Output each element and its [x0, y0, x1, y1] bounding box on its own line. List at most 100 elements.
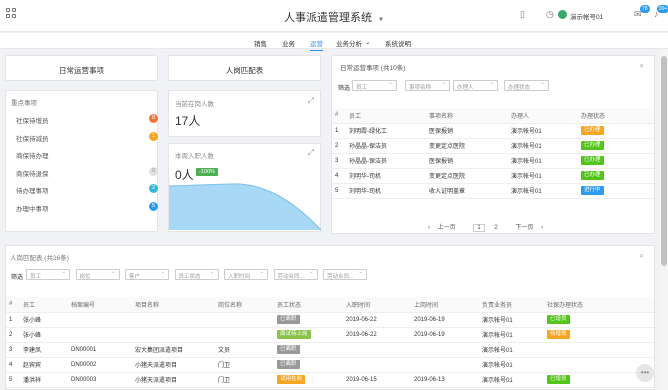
- clock-icon[interactable]: ◷: [546, 9, 554, 20]
- table-row[interactable]: 2 孙晶晶-保洁员 变更定点医院 演示帐号01 已办理: [332, 138, 654, 154]
- search-icon[interactable]: ⌕: [640, 61, 644, 71]
- tab-business[interactable]: 业务: [282, 38, 295, 48]
- key-item-count[interactable]: 5: [149, 201, 158, 211]
- filter-select[interactable]: 员工: [26, 269, 70, 280]
- table-row[interactable]: 4 刘明华-司机 变更定点医院 演示帐号01 已办理: [332, 168, 654, 184]
- app-title[interactable]: 人事派遣管理系统 ▼: [0, 9, 668, 25]
- column-header[interactable]: 上岗时间: [411, 297, 479, 313]
- column-header[interactable]: 员工: [346, 108, 426, 124]
- table-row[interactable]: 5 刘明华-司机 收入证明盖章 演示帐号01 进行中: [332, 183, 654, 199]
- table-cell: 2019-06-13: [411, 372, 479, 388]
- more-options-button[interactable]: •••: [636, 364, 654, 382]
- table-cell: 2019-06-15: [343, 372, 411, 388]
- table-row[interactable]: 3 李建凤 DN00001 宏大集团派遣项目 文员 已离职 演示帐号01: [6, 342, 654, 358]
- status-cell: 已离职: [274, 357, 343, 373]
- expand-icon[interactable]: ⤢: [308, 148, 314, 158]
- next-page-button[interactable]: 下一页: [515, 225, 533, 231]
- table-cell: [215, 312, 274, 328]
- table-row[interactable]: 1 张小峰 已离职 2019-06-22 2019-06-19 演示帐号01 已增员: [6, 312, 654, 328]
- table-cell: 李建凤: [20, 342, 68, 358]
- filter-select[interactable]: 办理状态: [504, 80, 549, 91]
- table-cell: 张小峰: [20, 312, 68, 328]
- column-header[interactable]: 入职时间: [343, 297, 411, 313]
- table-cell: 演示帐号01: [479, 342, 544, 358]
- column-header[interactable]: 员工状态: [274, 297, 343, 313]
- tab-analysis[interactable]: 业务分析: [336, 38, 362, 48]
- table-cell: 演示帐号01: [508, 183, 578, 199]
- table-cell: 演示帐号01: [508, 138, 578, 154]
- main-nav: 销售 业务 运营 业务分析 ⌄ 系统说明: [0, 33, 668, 51]
- column-header[interactable]: 负责业务员: [479, 297, 544, 313]
- filter-label: 筛选: [11, 275, 24, 281]
- table-cell: 演示帐号01: [508, 168, 578, 184]
- table-row[interactable]: 1 刘明霞-绿化工 医保报销 演示帐号01 已办理: [332, 123, 654, 139]
- column-header[interactable]: 办理状态: [578, 108, 654, 124]
- table-cell: 演示帐号01: [508, 123, 578, 139]
- key-item-label[interactable]: 社保待增员: [16, 115, 49, 125]
- table-cell: 刘明华-司机: [346, 168, 426, 184]
- table-cell: 收入证明盖章: [426, 183, 508, 199]
- key-item-count[interactable]: 1: [149, 131, 158, 141]
- prev-page-button[interactable]: 上一页: [438, 225, 456, 231]
- key-item-count[interactable]: 0: [149, 166, 158, 176]
- table-cell: DN00003: [68, 372, 132, 388]
- chevron-right-icon[interactable]: ›: [541, 225, 543, 231]
- tab-system-help[interactable]: 系统说明: [385, 38, 411, 48]
- scrollbar-thumb[interactable]: [661, 56, 667, 266]
- user-name[interactable]: 演示帐号01: [570, 11, 603, 21]
- search-icon[interactable]: ⌕: [640, 251, 644, 261]
- filter-label: 筛选: [338, 86, 351, 92]
- filter-select[interactable]: 事项名称: [405, 80, 450, 91]
- column-header[interactable]: 员工: [20, 297, 68, 313]
- status-badge: 已增员: [547, 315, 570, 324]
- table-cell: 1: [6, 312, 20, 328]
- status-cell: 试用在岗: [274, 372, 343, 388]
- daily-ops-card[interactable]: 日常运营事项: [5, 55, 158, 81]
- avatar[interactable]: [558, 10, 567, 19]
- page-2-button[interactable]: 2: [494, 225, 497, 231]
- key-item-label[interactable]: 社保待减员: [16, 133, 49, 143]
- key-item-count[interactable]: 2: [149, 184, 158, 193]
- top-header: 人事派遣管理系统 ▼ ▯ ◷ 演示帐号01 ✉ 78 ♪ 99+: [0, 0, 668, 32]
- filter-select[interactable]: 入职时间: [224, 269, 268, 280]
- column-header[interactable]: 档案编号: [68, 297, 132, 313]
- filter-select[interactable]: 劳动合同...: [273, 269, 318, 280]
- mobile-icon[interactable]: ▯: [520, 9, 525, 20]
- filter-select[interactable]: 员工状态: [174, 269, 219, 280]
- expand-icon[interactable]: ⤢: [308, 96, 314, 106]
- column-header[interactable]: 社保办理状态: [544, 297, 654, 313]
- key-item-count[interactable]: 8: [149, 114, 158, 123]
- table-cell: 文员: [215, 342, 274, 358]
- filter-select[interactable]: 办理人: [453, 80, 498, 91]
- column-header[interactable]: 事项名称: [426, 108, 508, 124]
- table-cell: 2019-06-22: [343, 327, 411, 343]
- table-row[interactable]: 5 潘洪祥 DN00003 小猪天派遣项目 门卫 试用在岗 2019-06-15 2019-0…: [6, 372, 654, 388]
- table-row[interactable]: 3 孙晶晶-保洁员 医保报销 演示帐号01 已办理: [332, 153, 654, 169]
- match-title: 人岗匹配表: [225, 66, 264, 75]
- table-row[interactable]: 2 张小峰 面试待上岗 2019-06-22 2019-06-19 演示帐号01 待增员: [6, 327, 654, 343]
- tab-operations[interactable]: 运营: [310, 38, 323, 51]
- key-item-label[interactable]: 商保待办理: [16, 150, 49, 160]
- filter-select[interactable]: 劳动合同...: [323, 269, 367, 280]
- tab-sales[interactable]: 销售: [254, 38, 267, 48]
- key-item-label[interactable]: 待办理事项: [16, 185, 49, 195]
- table-row[interactable]: 4 赵宾宾 DN00002 小猪天派遣项目 门卫 已离职 演示帐号01: [6, 357, 654, 373]
- filter-select[interactable]: 客户: [125, 269, 169, 280]
- status-badge: 已办理: [581, 126, 604, 135]
- match-card[interactable]: 人岗匹配表: [168, 55, 321, 81]
- page-1-button[interactable]: 1: [473, 224, 485, 232]
- weekly-trend-chart: [169, 183, 321, 231]
- column-header[interactable]: 办理人: [508, 108, 578, 124]
- table-cell: 2019-06-22: [343, 312, 411, 328]
- filter-select[interactable]: 岗位: [75, 269, 120, 280]
- table-cell: [411, 357, 479, 373]
- column-header[interactable]: #: [6, 297, 20, 313]
- key-item-label[interactable]: 办理中事项: [16, 203, 49, 213]
- key-item-label[interactable]: 商保待退保: [16, 168, 49, 178]
- column-header[interactable]: 岗位名称: [215, 297, 274, 313]
- column-header[interactable]: 项目名称: [132, 297, 215, 313]
- status-cell: 已办理: [578, 153, 654, 169]
- chevron-left-icon[interactable]: ‹: [428, 225, 430, 231]
- column-header[interactable]: #: [332, 108, 346, 124]
- filter-select[interactable]: 员工: [352, 80, 397, 91]
